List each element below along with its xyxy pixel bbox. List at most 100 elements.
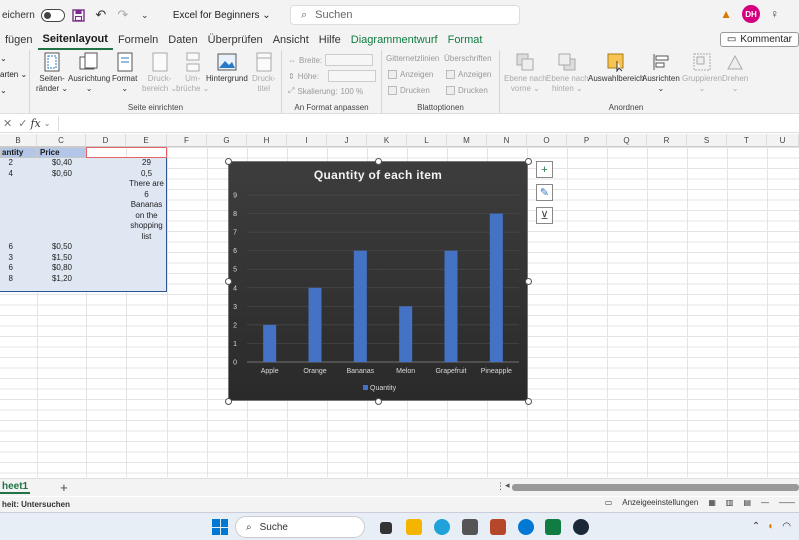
tray-chevron-icon[interactable]: ⌃ — [752, 521, 760, 532]
print-titles-button[interactable]: Druck- titel — [252, 52, 276, 94]
cell-e[interactable] — [126, 263, 167, 274]
task-view-icon[interactable] — [380, 522, 392, 534]
scale-input[interactable]: 100 % — [340, 87, 363, 96]
col-header-b[interactable]: B — [0, 134, 37, 147]
col-header-k[interactable]: K — [367, 134, 407, 147]
col-header-e[interactable]: E — [126, 134, 167, 147]
redo-icon[interactable]: ↷ — [115, 7, 131, 23]
cell-quantity[interactable]: 6 — [0, 242, 37, 253]
height-select[interactable] — [328, 70, 377, 82]
bar-grapefruit[interactable] — [444, 250, 458, 362]
orientation-button[interactable]: Ausrichtung ⌄ — [68, 52, 110, 94]
cell-price[interactable]: $0,50 — [37, 242, 86, 253]
cell-e[interactable] — [126, 274, 167, 285]
group-button[interactable]: Gruppieren ⌄ — [682, 52, 722, 94]
margins-button[interactable]: Seiten- ränder ⌄ — [36, 52, 68, 94]
cell-quantity[interactable]: 4 — [0, 169, 37, 180]
cell-price[interactable] — [37, 190, 86, 201]
tab-formeln[interactable]: Formeln — [113, 30, 163, 50]
cell-quantity[interactable]: 8 — [0, 274, 37, 285]
cell-e[interactable]: list — [126, 232, 167, 243]
col-header-t[interactable]: T — [727, 134, 767, 147]
tab-seitenlayout[interactable]: Seitenlayout — [37, 30, 113, 50]
horizontal-scrollbar[interactable] — [512, 484, 799, 491]
save-icon[interactable] — [71, 7, 87, 23]
bar-orange[interactable] — [308, 287, 322, 362]
cell-e[interactable]: 6 — [126, 190, 167, 201]
cell-e[interactable]: There are — [126, 179, 167, 190]
tab-ansicht[interactable]: Ansicht — [268, 30, 314, 50]
cell-quantity[interactable] — [0, 221, 37, 232]
stub-item-3[interactable]: ⌄ — [0, 86, 7, 95]
lightbulb-icon[interactable]: ♀ — [770, 7, 779, 21]
cell-quantity[interactable]: 3 — [0, 253, 37, 264]
display-settings-button[interactable]: Anzeigeeinstellungen — [622, 498, 698, 507]
cell-price[interactable]: $0,60 — [37, 169, 86, 180]
col-header-u[interactable]: U — [767, 134, 799, 147]
tab-diagrammentwurf[interactable]: Diagrammentwurf — [346, 30, 443, 50]
add-sheet-button[interactable]: + — [60, 480, 68, 495]
col-header-h[interactable]: H — [247, 134, 287, 147]
tab-hilfe[interactable]: Hilfe — [314, 30, 346, 50]
col-header-s[interactable]: S — [687, 134, 727, 147]
col-header-g[interactable]: G — [207, 134, 247, 147]
search-input[interactable]: ⌕ Suchen — [290, 5, 520, 25]
col-header-d[interactable]: D — [86, 134, 126, 147]
cell-quantity[interactable] — [0, 179, 37, 190]
tray-app-icon[interactable]: ◐ — [768, 521, 774, 532]
resize-handle[interactable] — [525, 398, 532, 405]
background-button[interactable]: Hintergrund — [206, 52, 248, 84]
resize-handle[interactable] — [225, 278, 232, 285]
col-header-n[interactable]: N — [487, 134, 527, 147]
cell-quantity[interactable] — [0, 211, 37, 222]
cell-price[interactable]: $0,40 — [37, 158, 86, 169]
rotate-button[interactable]: Drehen ⌄ — [722, 52, 748, 94]
cell-quantity[interactable] — [0, 232, 37, 243]
cell-e[interactable]: on the — [126, 211, 167, 222]
align-button[interactable]: Ausrichten ⌄ — [642, 52, 680, 94]
store-icon[interactable] — [462, 519, 478, 535]
cell-e[interactable]: shopping — [126, 221, 167, 232]
warning-icon[interactable]: ▲ — [720, 7, 732, 21]
fx-dropdown-icon[interactable]: ⌄ — [41, 119, 54, 128]
zoom-out-icon[interactable]: — — [761, 498, 769, 507]
zoom-slider[interactable]: —— — [779, 498, 795, 507]
resize-handle[interactable] — [525, 278, 532, 285]
col-header-i[interactable]: I — [287, 134, 327, 147]
bar-apple[interactable] — [263, 324, 277, 362]
col-header-o[interactable]: O — [527, 134, 567, 147]
headings-view-checkbox[interactable] — [446, 70, 455, 79]
avatar[interactable]: DH — [742, 5, 760, 23]
cell-e[interactable] — [126, 253, 167, 264]
col-header-j[interactable]: J — [327, 134, 367, 147]
headings-view-row[interactable]: Anzeigen — [446, 70, 491, 79]
resize-handle[interactable] — [375, 158, 382, 165]
stub-item-1[interactable]: ⌄ — [0, 54, 7, 63]
col-header-m[interactable]: M — [447, 134, 487, 147]
bring-forward-button[interactable]: Ebene nach vorne ⌄ — [504, 52, 547, 94]
resize-handle[interactable] — [225, 158, 232, 165]
chart-filters-icon[interactable]: ⊻ — [536, 207, 553, 224]
wifi-icon[interactable]: ◠ — [782, 521, 791, 532]
col-header-c[interactable]: C — [37, 134, 86, 147]
bar-melon[interactable] — [399, 306, 413, 362]
more-sheets-icon[interactable]: ⋮ — [496, 481, 505, 492]
formula-input[interactable] — [58, 116, 799, 131]
tab-einfuegen[interactable]: fügen — [0, 30, 38, 50]
resize-handle[interactable] — [375, 398, 382, 405]
headings-print-checkbox[interactable] — [446, 86, 455, 95]
windows-start-icon[interactable] — [212, 519, 228, 535]
cell-price[interactable]: $1,20 — [37, 274, 86, 285]
cell-price[interactable]: $1,50 — [37, 253, 86, 264]
gridlines-print-checkbox[interactable] — [388, 86, 397, 95]
app-icon[interactable] — [490, 519, 506, 535]
col-header-r[interactable]: R — [647, 134, 687, 147]
document-title[interactable]: Excel for Beginners ⌄ — [173, 10, 271, 21]
browser-icon[interactable] — [518, 519, 534, 535]
bar-pineapple[interactable] — [489, 213, 503, 362]
stub-item-2[interactable]: arten ⌄ — [0, 70, 27, 79]
excel-icon[interactable] — [545, 519, 561, 535]
gridlines-view-checkbox[interactable] — [388, 70, 397, 79]
steam-icon[interactable] — [573, 519, 589, 535]
cell-price[interactable]: $0,80 — [37, 263, 86, 274]
